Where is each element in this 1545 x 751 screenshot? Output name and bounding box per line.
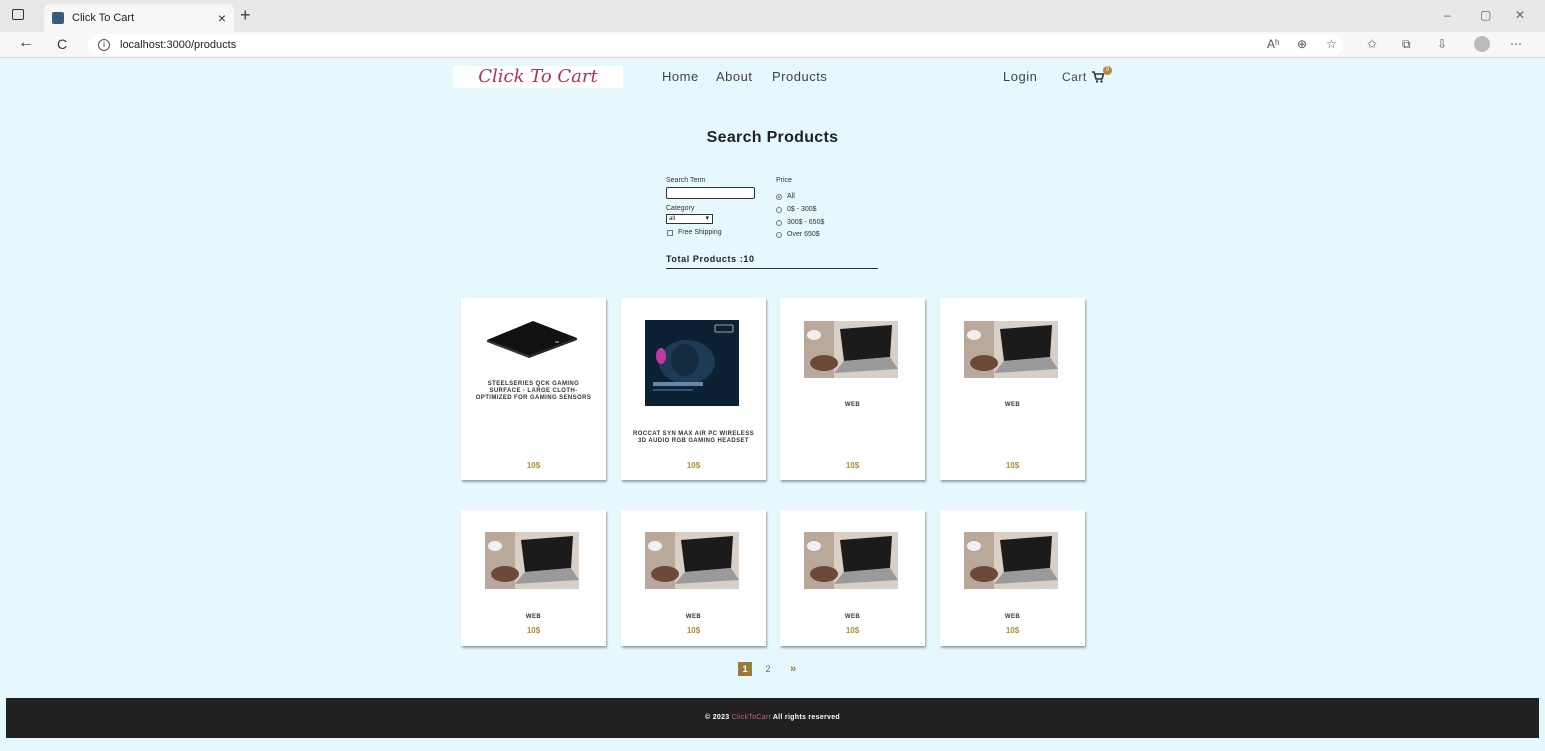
more-icon[interactable]: ⋯ xyxy=(1510,37,1522,51)
total-products: Total Products :10 xyxy=(666,254,755,264)
page-title: Search Products xyxy=(706,129,839,146)
url-text: localhost:3000/products xyxy=(120,39,237,51)
search-input[interactable] xyxy=(666,187,755,199)
product-price: 10$ xyxy=(845,461,860,470)
price-label: Price xyxy=(776,177,792,184)
product-card[interactable]: ROCCAT SYN MAX AIR PC WIRELESS 3D AUDIO … xyxy=(621,298,766,480)
divider xyxy=(666,268,878,269)
product-card[interactable]: WEB 10$ xyxy=(621,510,766,646)
tab-title: Click To Cart xyxy=(72,12,135,24)
search-term-label: Search Term xyxy=(666,177,706,184)
product-price: 10$ xyxy=(686,461,701,470)
product-card[interactable]: WEB 10$ xyxy=(461,510,606,646)
product-card[interactable]: STEELSERIES QCK GAMING SURFACE - LARGE C… xyxy=(461,298,606,480)
favorites-list-icon[interactable]: ✩ xyxy=(1367,37,1377,51)
site-logo[interactable]: Click To Cart xyxy=(453,66,623,88)
product-card[interactable]: WEB 10$ xyxy=(780,510,925,646)
product-title: WEB xyxy=(844,614,861,620)
pagination-next-icon[interactable]: » xyxy=(786,662,800,676)
footer-copyright: © 2023 xyxy=(705,714,730,721)
price-option-0-300: 0$ - 300$ xyxy=(787,206,817,213)
product-title: WEB xyxy=(525,614,542,620)
favicon-icon xyxy=(52,12,64,24)
tab-close-icon[interactable]: × xyxy=(218,10,226,26)
product-title: WEB xyxy=(1004,402,1021,408)
cart-count-badge: 0 xyxy=(1103,66,1112,75)
product-image xyxy=(485,532,579,589)
pagination-page-1[interactable]: 1 xyxy=(738,662,752,676)
price-radio-0-300[interactable] xyxy=(776,207,782,213)
product-image xyxy=(804,532,898,589)
close-window-icon[interactable]: ✕ xyxy=(1515,8,1525,22)
price-radio-all[interactable] xyxy=(776,194,782,200)
nav-cart[interactable]: Cart xyxy=(1062,70,1087,84)
category-label: Category xyxy=(666,205,695,212)
nav-home[interactable]: Home xyxy=(662,69,699,84)
back-icon[interactable]: ← xyxy=(18,34,34,52)
product-title: ROCCAT SYN MAX AIR PC WIRELESS 3D AUDIO … xyxy=(633,431,755,444)
product-card[interactable]: WEB 10$ xyxy=(940,298,1085,480)
nav-about[interactable]: About xyxy=(716,69,752,84)
product-title: WEB xyxy=(1004,614,1021,620)
browser-tab[interactable]: Click To Cart × xyxy=(44,4,234,32)
product-price: 10$ xyxy=(1005,461,1020,470)
url-field[interactable]: i localhost:3000/products xyxy=(88,34,1343,56)
product-price: 10$ xyxy=(526,626,541,635)
price-option-over-650: Over 650$ xyxy=(787,231,820,238)
product-image xyxy=(487,321,577,358)
chevron-down-icon: ▾ xyxy=(705,215,709,222)
footer: © 2023 ClickToCart All rights reserved xyxy=(6,698,1539,738)
download-icon[interactable]: ⇩ xyxy=(1437,37,1447,51)
minimize-icon[interactable]: – xyxy=(1444,8,1451,22)
product-price: 10$ xyxy=(845,626,860,635)
product-title: WEB xyxy=(844,402,861,408)
product-image xyxy=(964,532,1058,589)
profile-avatar-icon[interactable] xyxy=(1474,36,1490,52)
product-price: 10$ xyxy=(1005,626,1020,635)
collections-icon[interactable]: ⧉ xyxy=(1402,37,1411,52)
pagination-page-2[interactable]: 2 xyxy=(761,662,775,676)
product-image xyxy=(964,321,1058,378)
nav-login[interactable]: Login xyxy=(1003,69,1037,84)
price-radio-over-650[interactable] xyxy=(776,232,782,238)
product-image xyxy=(645,320,739,406)
footer-rights: All rights reserved xyxy=(772,714,840,721)
product-price: 10$ xyxy=(686,626,701,635)
nav-products[interactable]: Products xyxy=(772,69,827,84)
product-image xyxy=(804,321,898,378)
product-image xyxy=(645,532,739,589)
category-value: all xyxy=(669,216,676,222)
product-card[interactable]: WEB 10$ xyxy=(940,510,1085,646)
info-icon[interactable]: i xyxy=(98,39,110,51)
price-radio-300-650[interactable] xyxy=(776,220,782,226)
restore-icon[interactable]: ▢ xyxy=(1480,8,1491,22)
free-shipping-label: Free Shipping xyxy=(678,229,722,236)
zoom-icon[interactable]: ⊕ xyxy=(1297,37,1307,51)
price-option-300-650: 300$ - 650$ xyxy=(787,219,825,226)
price-option-all: All xyxy=(787,193,795,200)
product-price: 10$ xyxy=(526,461,541,470)
address-bar: ← C i localhost:3000/products Aʰ ⊕ ☆ ✩ ⧉… xyxy=(0,32,1545,58)
read-aloud-icon[interactable]: Aʰ xyxy=(1267,37,1280,51)
favorite-icon[interactable]: ☆ xyxy=(1326,37,1337,51)
reload-icon[interactable]: C xyxy=(57,36,67,52)
free-shipping-checkbox[interactable] xyxy=(667,230,673,236)
new-tab-icon[interactable]: + xyxy=(240,5,251,26)
product-title: STEELSERIES QCK GAMING SURFACE - LARGE C… xyxy=(475,381,592,401)
category-select[interactable]: all ▾ xyxy=(666,214,713,224)
footer-brand[interactable]: ClickToCart xyxy=(732,714,771,721)
browser-tab-bar: Click To Cart × + – ▢ ✕ xyxy=(0,0,1545,32)
product-title: WEB xyxy=(685,614,702,620)
sidebar-toggle-icon[interactable] xyxy=(12,9,24,20)
product-card[interactable]: WEB 10$ xyxy=(780,298,925,480)
